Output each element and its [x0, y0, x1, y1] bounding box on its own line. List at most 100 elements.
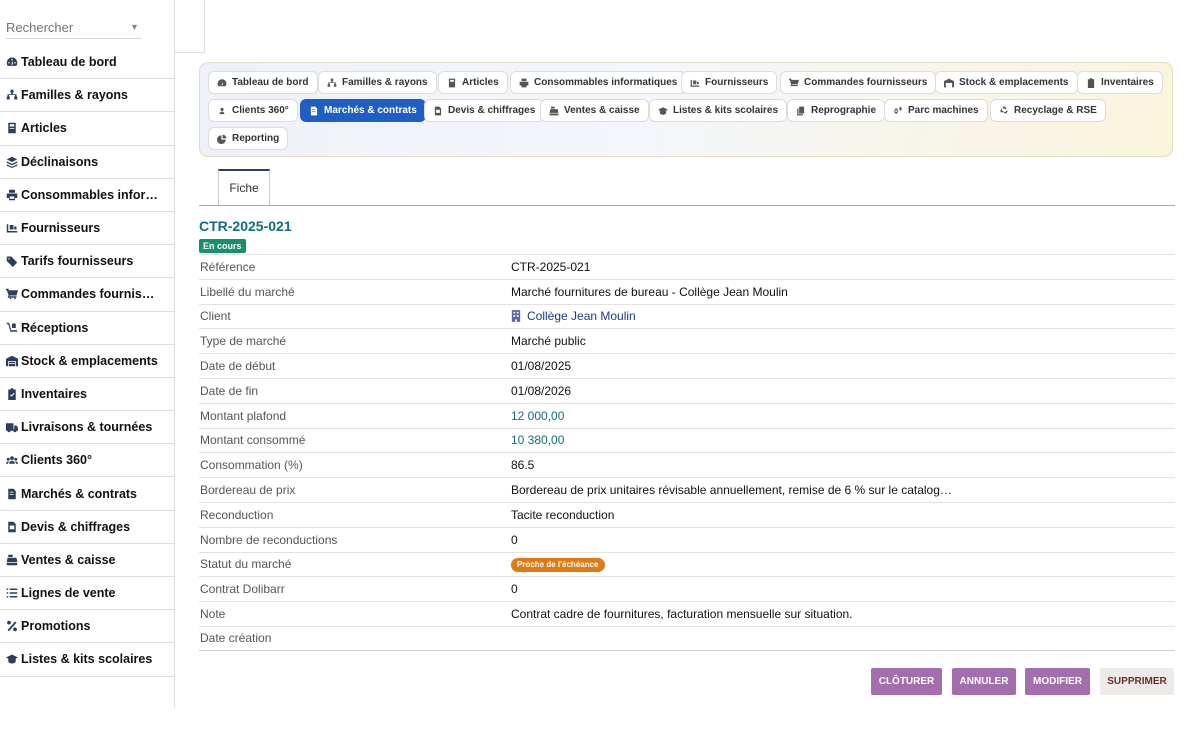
field-label: Référence: [200, 259, 256, 274]
field-value: Marché fournitures de bureau - Collège J…: [511, 284, 788, 299]
sidebar-item-fournisseurs[interactable]: Fournisseurs: [0, 212, 174, 246]
field-row: Note Contrat cadre de fournitures, factur…: [199, 601, 1175, 626]
field-label: Bordereau de prix: [200, 483, 296, 498]
cart-icon: [5, 287, 19, 301]
sidebar-item-stock[interactable]: Stock & emplacements: [0, 345, 174, 378]
tab-inventaires[interactable]: Inventaires: [1077, 71, 1163, 94]
tab-consommables[interactable]: Consommables informatiques: [510, 71, 687, 94]
percent-icon: [5, 619, 19, 633]
field-value: Tacite reconduction: [511, 507, 615, 522]
users-icon: [5, 453, 19, 467]
book-icon: [5, 121, 19, 135]
field-label: Date création: [200, 631, 272, 646]
sidebar-item-label: Livraisons & tournées: [21, 420, 153, 435]
file-invoice-icon: [5, 520, 19, 534]
tab-listes-kits[interactable]: Listes & kits scolaires: [649, 99, 788, 122]
sidebar-item-label: Lignes de vente: [21, 586, 116, 601]
cogs-icon: [893, 106, 902, 114]
field-row: Date de fin 01/08/2026: [199, 377, 1175, 403]
sidebar-item-receptions[interactable]: Réceptions: [0, 312, 174, 345]
sidebar-item-promotions[interactable]: Promotions: [0, 610, 174, 644]
file-contract-icon: [5, 487, 19, 501]
field-row: Date de début 01/08/2025: [199, 353, 1175, 378]
tab-commandes-fournisseurs[interactable]: Commandes fournisseurs: [780, 71, 937, 94]
toolbar-box: [174, 0, 205, 53]
tab-reporting[interactable]: Reporting: [208, 127, 289, 150]
field-label: Reconduction: [200, 507, 274, 522]
search-input[interactable]: [6, 16, 141, 39]
tab-label: Recyclage & RSE: [1014, 105, 1097, 116]
edit-button[interactable]: MODIFIER: [1025, 668, 1090, 695]
tab-parc-machines[interactable]: Parc machines: [884, 99, 988, 122]
record-title: CTR-2025-021: [199, 218, 292, 234]
chart-pie-icon: [217, 134, 227, 144]
cancel-button[interactable]: ANNULER: [952, 668, 1016, 695]
sidebar-item-tarifs-fournisseurs[interactable]: Tarifs fournisseurs: [0, 245, 174, 279]
sidebar-item-devis[interactable]: Devis & chiffrages: [0, 511, 174, 544]
tab-label: Stock & emplacements: [959, 77, 1069, 88]
client-link-text: Collège Jean Moulin: [527, 309, 636, 324]
tab-recyclage[interactable]: Recyclage & RSE: [990, 99, 1106, 122]
sidebar-item-marches-contrats[interactable]: Marchés & contrats: [0, 477, 174, 511]
close-button[interactable]: CLÔTURER: [871, 668, 942, 695]
sidebar-item-consommables[interactable]: Consommables infor…: [0, 179, 174, 212]
tab-ventes-caisse[interactable]: Ventes & caisse: [540, 99, 649, 122]
sidebar-item-label: Tableau de bord: [21, 55, 117, 70]
tab-marches-contrats[interactable]: Marchés & contrats: [300, 99, 426, 122]
field-row: Client Collège Jean Moulin: [199, 303, 1175, 329]
tab-clients-360[interactable]: Clients 360°: [208, 99, 298, 122]
sidebar-item-label: Stock & emplacements: [21, 353, 158, 368]
field-value: 12 000,00: [511, 408, 565, 423]
tab-label: Articles: [462, 77, 499, 88]
field-label: Montant consommé: [200, 433, 306, 448]
tab-familles-rayons[interactable]: Familles & rayons: [318, 71, 437, 94]
tab-articles[interactable]: Articles: [438, 71, 508, 94]
sidebar-item-declinaisons[interactable]: Déclinaisons: [0, 146, 174, 179]
search-box: ▼: [0, 0, 174, 46]
tab-stock[interactable]: Stock & emplacements: [935, 71, 1078, 94]
tab-label: Fournisseurs: [705, 77, 769, 88]
sidebar-item-livraisons[interactable]: Livraisons & tournées: [0, 411, 174, 445]
sidebar-item-listes-kits[interactable]: Listes & kits scolaires: [0, 643, 174, 677]
sidebar-item-label: Devis & chiffrages: [21, 519, 131, 534]
field-label: Date de début: [200, 359, 276, 374]
sidebar-item-label: Commandes fournis…: [21, 287, 155, 302]
tab-devis[interactable]: Devis & chiffrages: [424, 99, 545, 122]
printer-icon: [5, 188, 19, 202]
sidebar-item-lignes-vente[interactable]: Lignes de vente: [0, 577, 174, 611]
field-label: Consommation (%): [200, 458, 303, 473]
sidebar-item-inventaires[interactable]: Inventaires: [0, 378, 174, 412]
sidebar-item-ventes-caisse[interactable]: Ventes & caisse: [0, 544, 174, 577]
tab-tableau-de-bord[interactable]: Tableau de bord: [208, 71, 318, 94]
field-row: Montant consommé 10 380,00: [199, 427, 1175, 453]
field-row: Libellé du marché Marché fournitures de b…: [199, 278, 1175, 304]
tab-fournisseurs[interactable]: Fournisseurs: [681, 71, 778, 94]
sidebar-item-clients-360[interactable]: Clients 360°: [0, 444, 174, 478]
sidebar-item-label: Déclinaisons: [21, 154, 99, 169]
tab-fiche[interactable]: Fiche: [218, 169, 270, 205]
sidebar-item-commandes-fournisseurs[interactable]: Commandes fournis…: [0, 278, 174, 312]
tab-label: Marchés & contrats: [324, 105, 417, 116]
field-value: Marché public: [511, 334, 586, 349]
clipboard-check-icon: [1087, 77, 1095, 88]
sidebar-item-familles-rayons[interactable]: Familles & rayons: [0, 79, 174, 113]
truck-loading-icon: [690, 79, 700, 87]
sidebar-item-label: Consommables infor…: [21, 187, 158, 202]
sidebar-item-tableau-de-bord[interactable]: Tableau de bord: [0, 46, 174, 80]
tab-reprographie[interactable]: Reprographie: [787, 99, 886, 122]
tab-label: Consommables informatiques: [534, 77, 678, 88]
field-row: Bordereau de prix Bordereau de prix unita…: [199, 477, 1175, 502]
field-row: Reconduction Tacite reconduction: [199, 501, 1175, 527]
tab-label: Clients 360°: [232, 105, 289, 116]
delete-button[interactable]: SUPPRIMER: [1100, 668, 1174, 695]
sidebar-item-label: Clients 360°: [21, 453, 93, 468]
copy-icon: [797, 106, 805, 115]
field-label: Libellé du marché: [200, 284, 295, 299]
book-icon: [448, 78, 456, 87]
client-link[interactable]: Collège Jean Moulin: [511, 309, 636, 323]
field-row: Type de marché Marché public: [199, 328, 1175, 353]
field-label: Nombre de reconductions: [200, 532, 338, 547]
sidebar-item-articles[interactable]: Articles: [0, 112, 174, 146]
sidebar-item-label: Fournisseurs: [21, 221, 101, 236]
chevron-down-icon[interactable]: ▼: [130, 22, 139, 32]
